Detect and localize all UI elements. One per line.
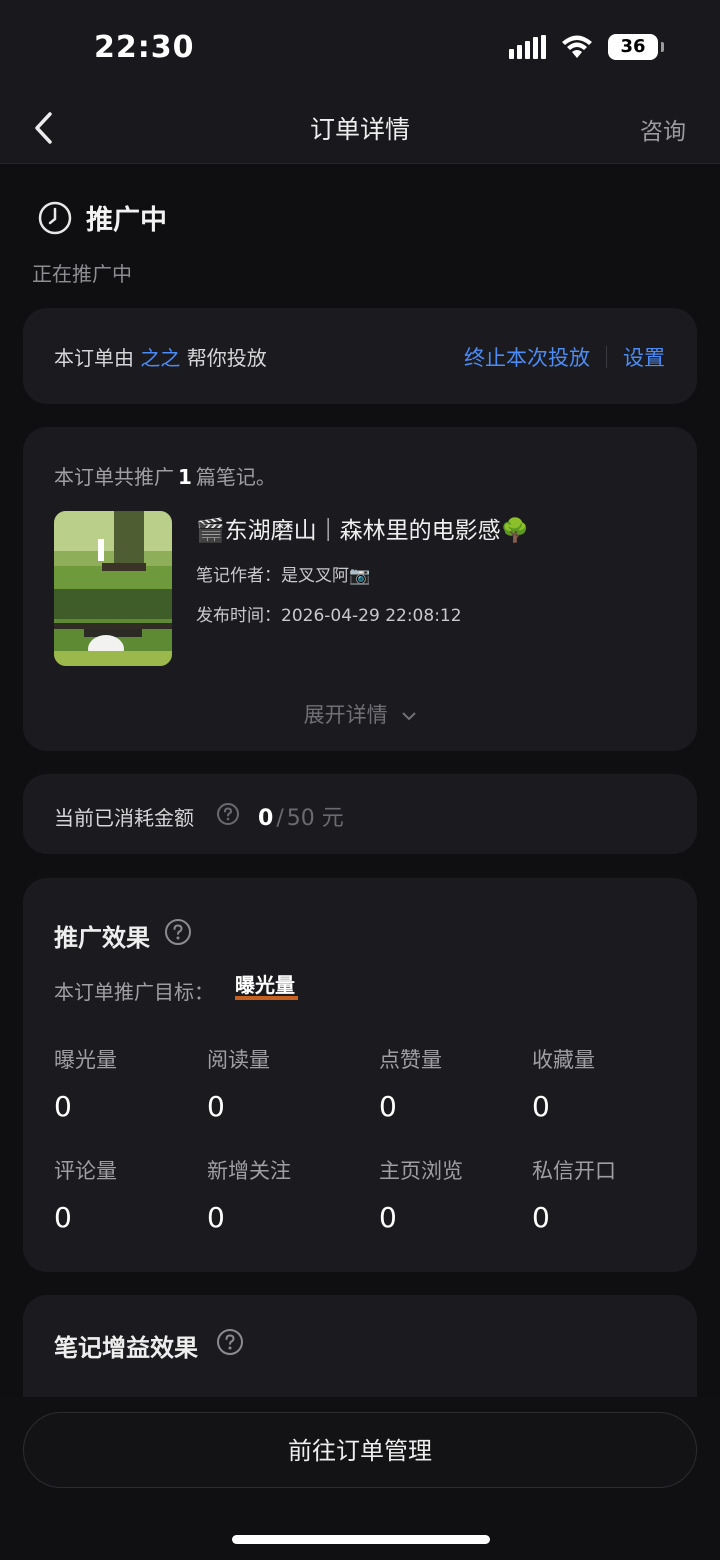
metric-dm-opens: 私信开口 0 <box>532 1155 616 1234</box>
home-indicator <box>232 1535 490 1544</box>
spent-card: 当前已消耗金额 0/50 元 <box>23 774 697 854</box>
agent-name[interactable]: 之之 <box>140 346 180 370</box>
metric-likes: 点赞量 0 <box>379 1044 442 1123</box>
signal-icon <box>509 35 546 59</box>
metric-label: 私信开口 <box>532 1159 616 1183</box>
status-time: 22:30 <box>94 30 195 65</box>
spent-separator: / <box>276 806 284 831</box>
stop-delivery-link[interactable]: 终止本次投放 <box>464 342 590 372</box>
metric-collects: 收藏量 0 <box>532 1044 595 1123</box>
spent-label: 当前已消耗金额 <box>54 806 194 830</box>
status-title: 推广中 <box>86 205 167 236</box>
agent-card: 本订单由 之之 帮你投放 终止本次投放 设置 <box>23 308 697 404</box>
goal-value: 曝光量 <box>235 974 298 1000</box>
metric-new-follows: 新增关注 0 <box>207 1155 291 1234</box>
note-thumbnail[interactable] <box>54 511 172 666</box>
effect-title: 推广效果 <box>54 924 150 952</box>
status-icons: 36 <box>509 34 664 60</box>
metric-label: 点赞量 <box>379 1048 442 1072</box>
expand-label: 展开详情 <box>303 703 388 727</box>
note-author: 笔记作者：是叉叉阿📷 <box>196 566 371 586</box>
metric-value: 0 <box>207 1090 225 1123</box>
metric-value: 0 <box>207 1201 225 1234</box>
metric-value: 0 <box>532 1090 550 1123</box>
clock-icon <box>38 201 72 234</box>
metric-value: 0 <box>54 1090 72 1123</box>
note-count-number: 1 <box>178 465 192 489</box>
nav-bar: 订单详情 咨询 <box>0 96 720 164</box>
agent-suffix: 帮你投放 <box>186 346 267 370</box>
spent-total: 50 元 <box>286 806 344 831</box>
note-count: 本订单共推广 1 篇笔记。 <box>54 461 276 490</box>
agent-actions: 终止本次投放 设置 <box>464 342 665 372</box>
status-subtitle: 正在推广中 <box>32 262 132 286</box>
metric-value: 0 <box>379 1201 397 1234</box>
promo-status: 推广中 <box>38 198 167 237</box>
effect-card: 推广效果 本订单推广目标： 曝光量 曝光量 0 阅读量 0 点赞量 0 收藏量 … <box>23 878 697 1272</box>
consult-button[interactable]: 咨询 <box>640 112 686 146</box>
note-publish-time: 发布时间：2026-04-29 22:08:12 <box>196 606 462 626</box>
metric-comments: 评论量 0 <box>54 1155 117 1234</box>
goal-label: 本订单推广目标： <box>54 980 214 1004</box>
metric-label: 收藏量 <box>532 1048 595 1072</box>
metric-impressions: 曝光量 0 <box>54 1044 117 1123</box>
note-count-prefix: 本订单共推广 <box>54 465 174 489</box>
spent-value: 0/50 元 <box>258 800 344 832</box>
settings-link[interactable]: 设置 <box>623 342 665 372</box>
metric-label: 评论量 <box>54 1159 117 1183</box>
metric-label: 曝光量 <box>54 1048 117 1072</box>
bottom-bar: 前往订单管理 <box>0 1397 720 1560</box>
metric-label: 新增关注 <box>207 1159 291 1183</box>
metric-profile-views: 主页浏览 0 <box>379 1155 463 1234</box>
gain-title: 笔记增益效果 <box>54 1334 198 1362</box>
note-count-suffix: 篇笔记。 <box>195 465 276 489</box>
metric-value: 0 <box>379 1090 397 1123</box>
chevron-down-icon <box>402 712 417 721</box>
battery-icon: 36 <box>608 34 664 60</box>
order-management-button[interactable]: 前往订单管理 <box>23 1412 697 1488</box>
spent-current: 0 <box>258 806 274 831</box>
metric-label: 主页浏览 <box>379 1159 463 1183</box>
metric-value: 0 <box>532 1201 550 1234</box>
agent-text: 本订单由 之之 帮你投放 <box>54 342 267 371</box>
note-card: 本订单共推广 1 篇笔记。 🎬东湖磨山｜森林里的电影感🌳 笔记作者：是叉叉阿📷 发布… <box>23 427 697 751</box>
expand-details-button[interactable]: 展开详情 <box>23 699 697 729</box>
metric-label: 阅读量 <box>207 1048 270 1072</box>
metric-reads: 阅读量 0 <box>207 1044 270 1123</box>
divider <box>606 346 607 368</box>
wifi-icon <box>562 35 592 58</box>
metric-value: 0 <box>54 1201 72 1234</box>
agent-prefix: 本订单由 <box>54 346 134 370</box>
help-icon[interactable] <box>216 802 240 826</box>
page-title: 订单详情 <box>309 115 410 144</box>
help-icon[interactable] <box>216 1328 244 1356</box>
help-icon[interactable] <box>164 918 192 946</box>
status-bar: 22:30 36 <box>0 0 720 96</box>
note-title[interactable]: 🎬东湖磨山｜森林里的电影感🌳 <box>196 511 529 545</box>
